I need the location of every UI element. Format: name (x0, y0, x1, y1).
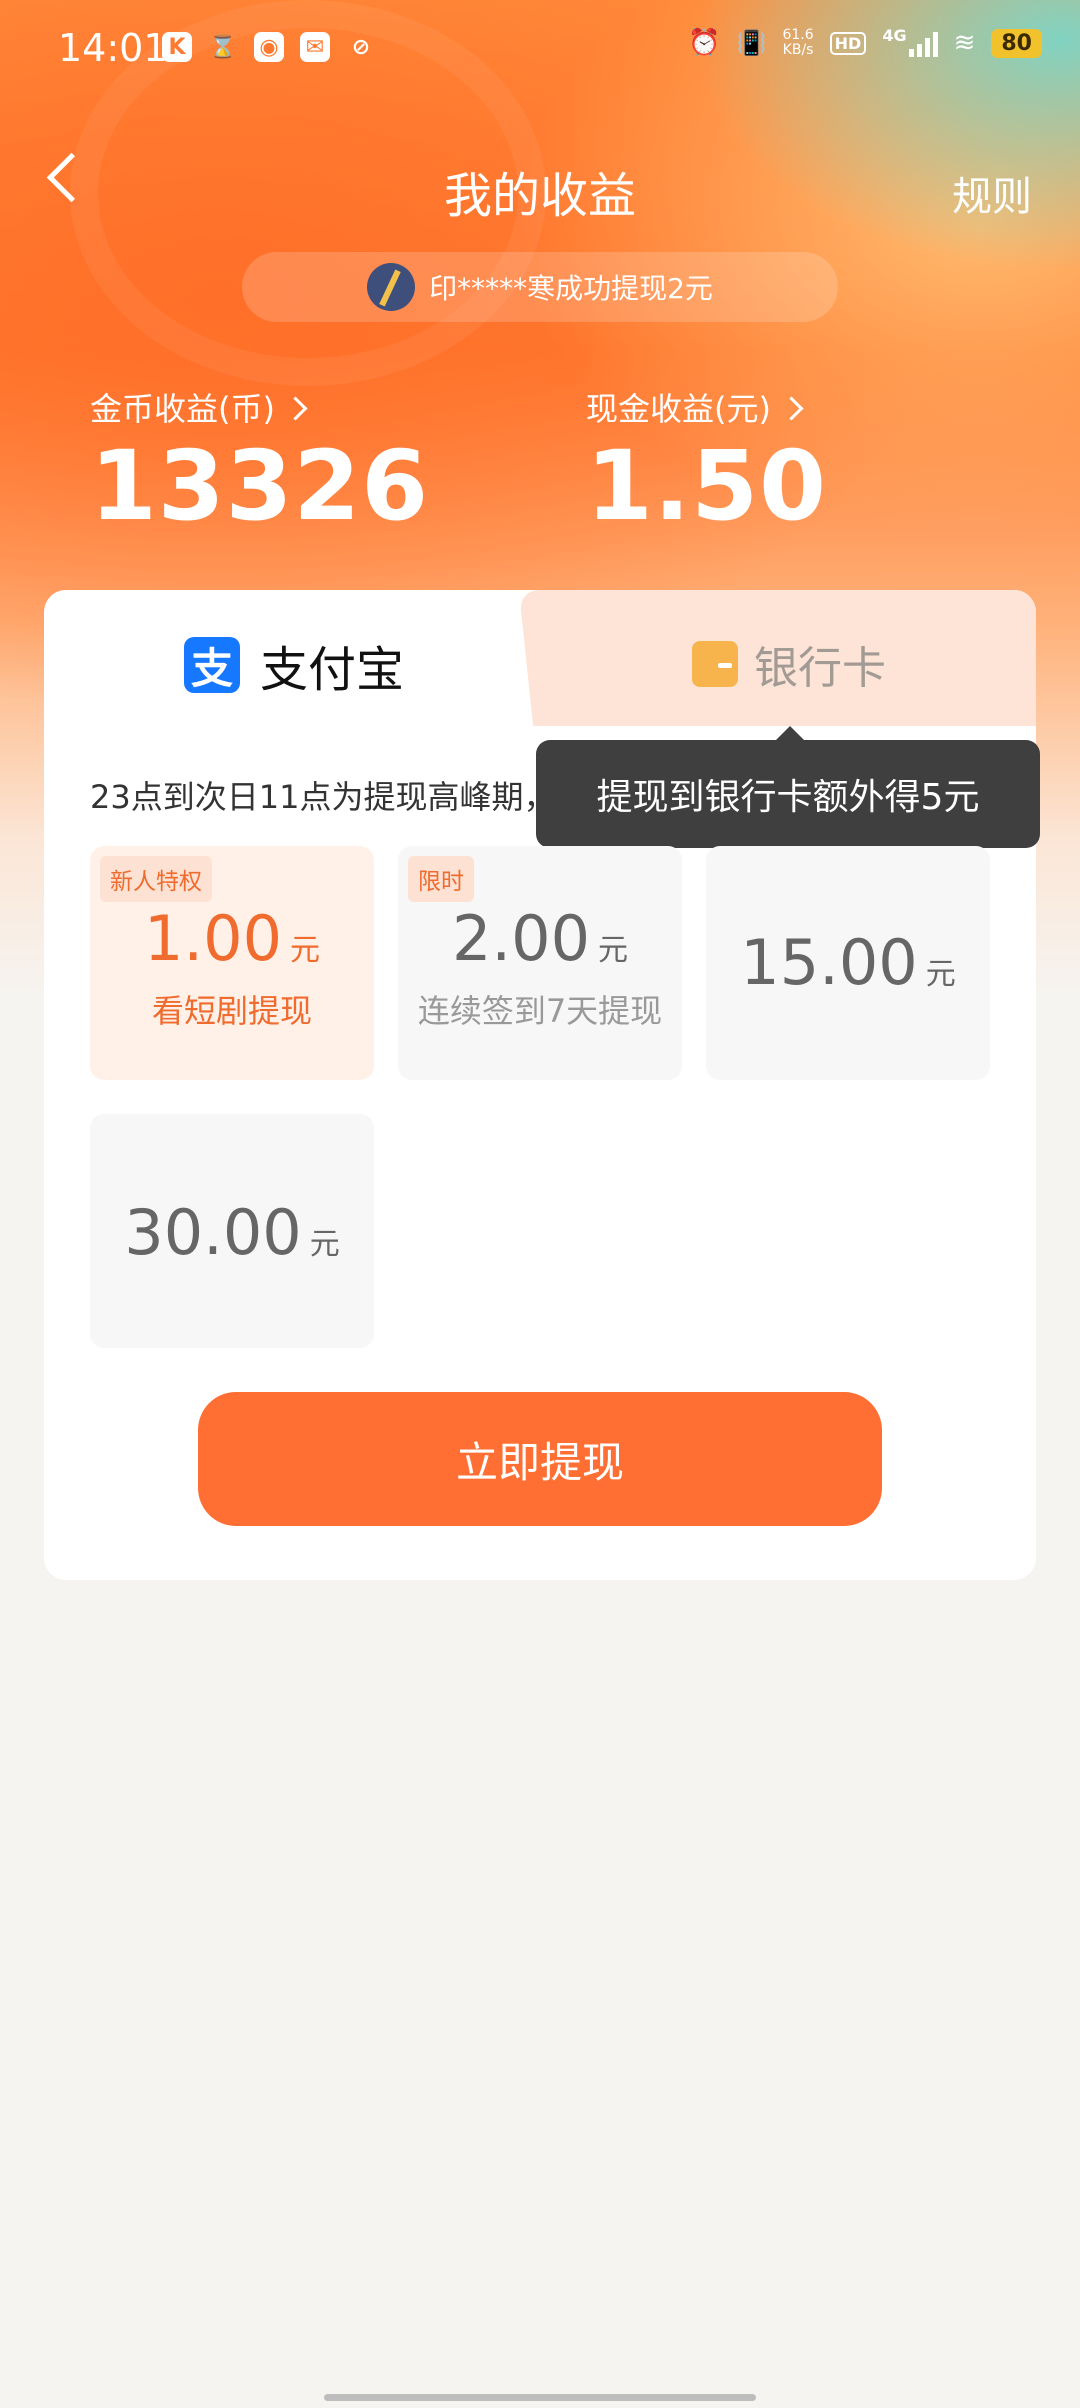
tab-alipay[interactable]: 支 支付宝 (184, 630, 404, 700)
option-subtitle: 连续签到7天提现 (417, 992, 663, 1030)
cash-earnings-value: 1.50 (586, 430, 827, 542)
chevron-right-icon (779, 395, 804, 421)
coin-earnings-value: 13326 (90, 430, 429, 542)
amount-option-4[interactable]: 30.00 元 (90, 1114, 374, 1348)
option-amount: 1.00 元 (143, 902, 321, 975)
rules-link[interactable]: 规则 (952, 164, 1032, 222)
notification-icons: K ⌛ ◉ ✉ ⊘ (162, 32, 376, 62)
kuaishou-app-icon: K (162, 32, 192, 62)
ticker-text: 印*****寒成功提现2元 (429, 272, 713, 305)
alarm-icon: ⏰ (688, 28, 721, 58)
bank-card-icon (692, 641, 738, 687)
option-amount: 15.00 元 (740, 926, 956, 999)
page-title: 我的收益 (443, 168, 636, 224)
coin-earnings-link[interactable]: 金币收益(币) (90, 384, 308, 430)
home-indicator[interactable] (324, 2394, 756, 2401)
alipay-icon: 支 (184, 637, 240, 693)
cash-earnings-link[interactable]: 现金收益(元) (586, 384, 804, 430)
link-app-icon: ⊘ (351, 34, 371, 60)
tab-bank-card-label: 银行卡 (754, 643, 886, 694)
status-time: 14:01 (58, 26, 168, 70)
withdraw-ticker: 印*****寒成功提现2元 (242, 252, 838, 322)
option-subtitle: 看短剧提现 (151, 992, 312, 1030)
option-badge: 限时 (408, 856, 474, 902)
option-amount: 30.00 元 (124, 1196, 340, 1269)
cash-earnings-label: 现金收益(元) (586, 390, 771, 428)
option-amount: 2.00 元 (451, 902, 629, 975)
tab-alipay-label: 支付宝 (260, 642, 405, 698)
amount-option-2[interactable]: 限时 2.00 元 连续签到7天提现 (398, 846, 682, 1080)
coin-earnings-label: 金币收益(币) (90, 390, 275, 428)
amount-option-1[interactable]: 新人特权 1.00 元 看短剧提现 (90, 846, 374, 1080)
app-notification-icon: ◉ (254, 32, 284, 62)
withdraw-now-button[interactable]: 立即提现 (198, 1392, 882, 1526)
network-speed: 61.6 KB/s (782, 27, 814, 58)
system-icons: ⏰ 📳 61.6 KB/s HD 4G ≋ 80 (688, 26, 1042, 58)
signal-icon (908, 29, 938, 57)
avatar (367, 263, 416, 311)
wifi-icon: ≋ (953, 28, 976, 58)
network-type: 4G (882, 26, 938, 57)
tab-bank-card-label-group[interactable]: 银行卡 (692, 632, 886, 696)
hd-icon: HD (829, 31, 867, 55)
bank-card-tooltip: 提现到银行卡额外得5元 (536, 726, 1040, 848)
peak-time-notice: 23点到次日11点为提现高峰期， (90, 778, 556, 816)
battery-icon: 80 (991, 28, 1042, 58)
option-badge: 新人特权 (100, 856, 212, 902)
amount-option-3[interactable]: 15.00 元 (706, 846, 990, 1080)
status-bar: 14:01 K ⌛ ◉ ✉ ⊘ ⏰ 📳 61.6 KB/s HD 4G ≋ 80 (0, 0, 1080, 100)
hourglass-icon: ⌛ (209, 34, 237, 60)
mail-icon: ✉ (300, 32, 330, 62)
chevron-right-icon (283, 395, 308, 421)
vibrate-icon: 📳 (736, 29, 767, 57)
